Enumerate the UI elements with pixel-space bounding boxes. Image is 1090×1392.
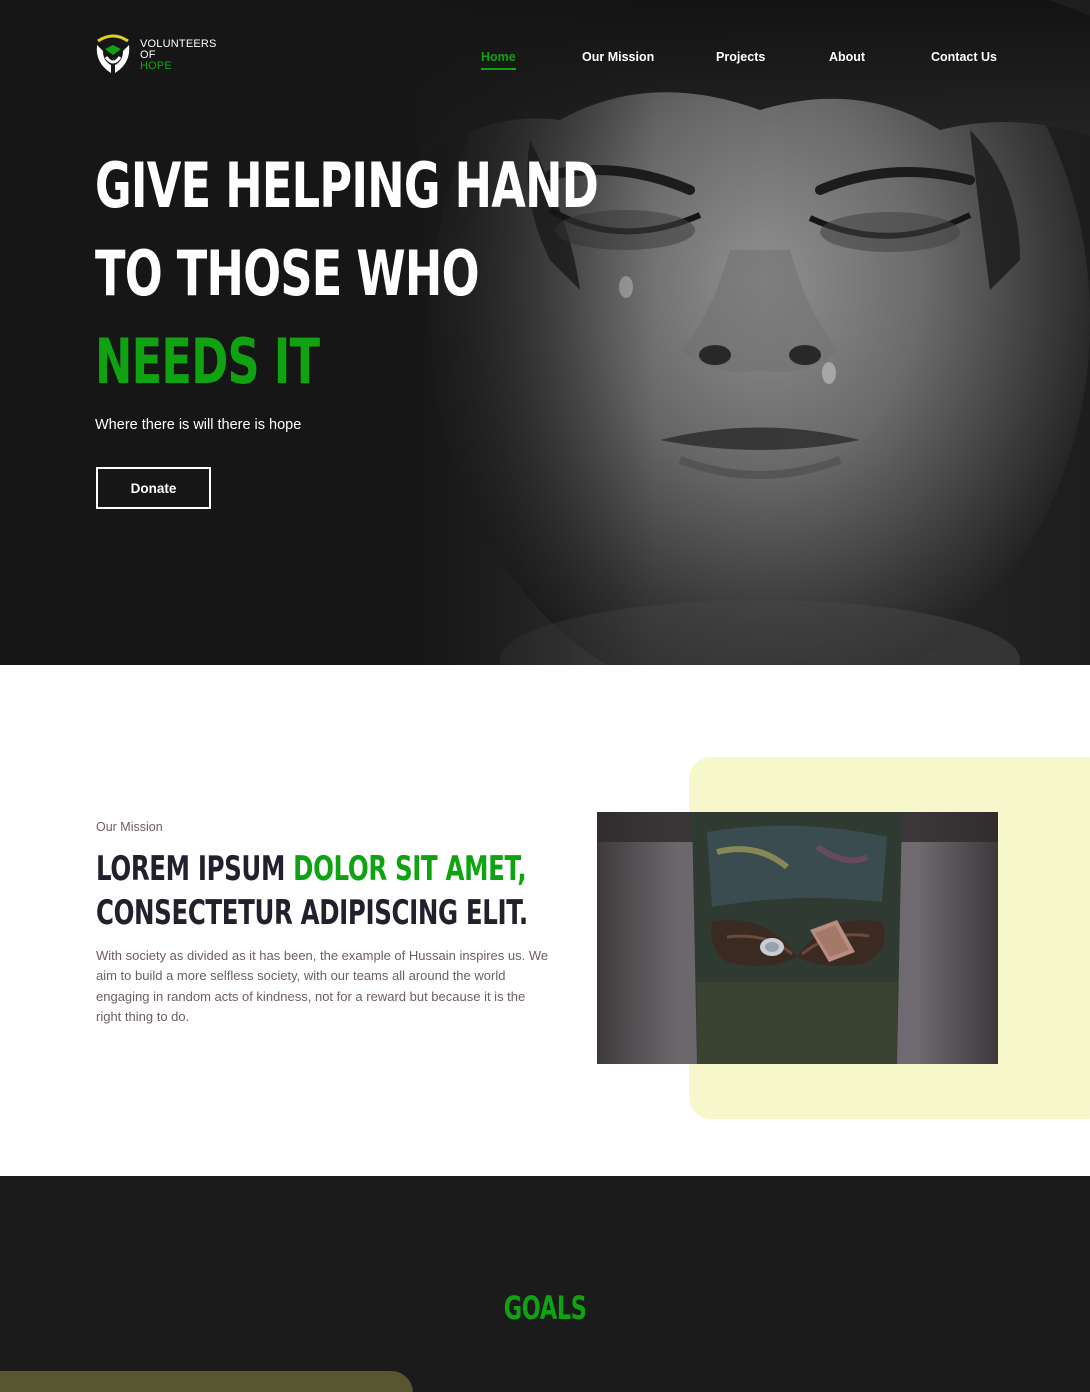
mission-title-part-1: LOREM IPSUM [96,849,294,889]
hero-line-2: TO THOSE WHO [95,237,480,310]
hero-line-3: NEEDS IT [95,325,320,398]
hero-tagline: Where there is will there is hope [95,417,302,433]
goals-card [0,1371,413,1392]
nav-home[interactable]: Home [481,50,516,70]
goals-section: GOALS [0,1176,1090,1392]
mission-title-part-2: DOLOR SIT AMET, [293,849,527,889]
nav-contact-us[interactable]: Contact Us [931,50,997,64]
child-hands-coins-photo [597,812,998,1064]
nav-projects[interactable]: Projects [716,50,765,64]
hero-line-1: GIVE HELPING HAND [95,149,599,222]
brand-line-1: VOLUNTEERS [140,37,217,50]
nav-our-mission[interactable]: Our Mission [582,50,654,64]
donate-button[interactable]: Donate [96,467,211,509]
goals-title: GOALS [503,1289,587,1327]
mission-section: Our Mission LOREM IPSUM DOLOR SIT AMET, … [0,665,1090,1176]
mission-label: Our Mission [96,820,163,834]
mission-title-line-1: LOREM IPSUM DOLOR SIT AMET, [96,847,528,891]
main-nav: Home Our Mission Projects About Contact … [0,50,1090,70]
hero-headline: GIVE HELPING HAND TO THOSE WHO NEEDS IT [95,142,599,406]
mission-body: With society as divided as it has been, … [96,948,549,1024]
hero-section: VOLUNTEERS OF HOPE Home Our Mission Proj… [0,0,1090,665]
goals-heading: GOALS [0,1289,1090,1327]
mission-title-line-2: CONSECTETUR ADIPISCING ELIT. [96,893,528,933]
mission-title: LOREM IPSUM DOLOR SIT AMET, CONSECTETUR … [96,847,528,935]
nav-about[interactable]: About [829,50,865,64]
